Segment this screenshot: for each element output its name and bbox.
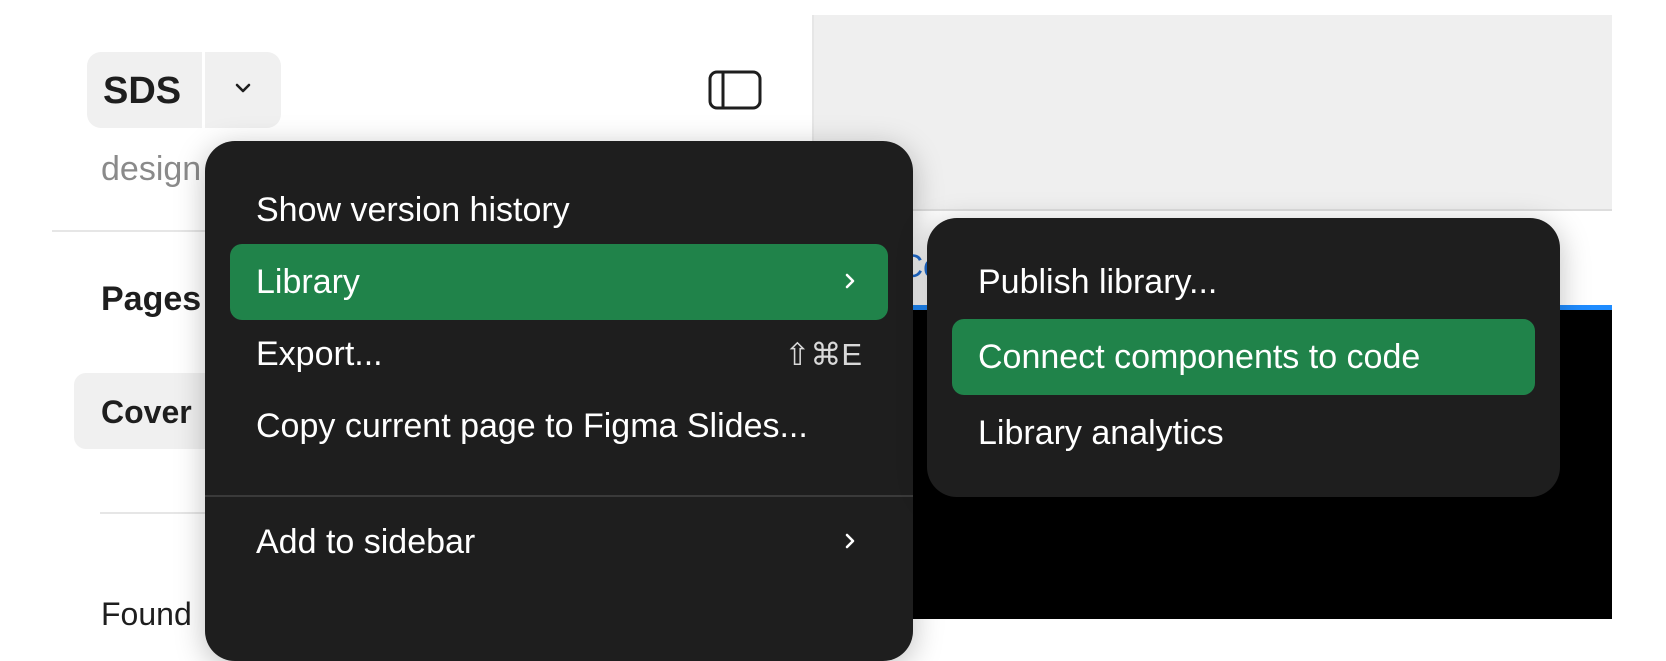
menu-item-add-to-sidebar[interactable]: Add to sidebar [230,504,888,580]
library-submenu: Publish library... Connect components to… [927,218,1560,497]
file-subtitle: design [101,150,202,188]
menu-separator [205,495,913,497]
canvas-margin [1612,0,1666,619]
menu-item-label: Library [256,263,360,301]
submenu-item-label: Connect components to code [978,338,1421,376]
canvas-area[interactable] [814,15,1612,210]
chevron-right-icon [845,533,855,549]
file-context-menu: Show version history Library Export... ⇧… [205,141,913,661]
submenu-item-label: Publish library... [978,263,1218,301]
submenu-item-connect-components[interactable]: Connect components to code [952,319,1535,395]
menu-item-label: Export... [256,335,383,373]
menu-item-copy-to-slides[interactable]: Copy current page to Figma Slides... [230,388,888,464]
menu-item-show-version-history[interactable]: Show version history [230,172,888,248]
chevron-down-icon[interactable] [229,74,257,102]
submenu-item-library-analytics[interactable]: Library analytics [952,395,1535,471]
chevron-right-icon [845,273,855,289]
menu-item-label: Copy current page to Figma Slides... [256,407,808,445]
submenu-item-publish-library[interactable]: Publish library... [952,244,1535,320]
menu-item-library[interactable]: Library [230,244,888,320]
menu-item-export[interactable]: Export... ⇧⌘E [230,316,888,392]
menu-item-label: Add to sidebar [256,523,476,561]
file-name[interactable]: SDS [103,70,181,113]
keyboard-shortcut: ⇧⌘E [784,337,862,372]
menu-item-label: Show version history [256,191,570,229]
layer-item-label[interactable]: Found [101,596,192,633]
file-switcher-divider [202,52,205,128]
submenu-item-label: Library analytics [978,414,1224,452]
page-item-label: Cover [101,394,192,430]
pages-heading: Pages [101,280,202,318]
sidebar-toggle-icon[interactable] [708,70,762,110]
